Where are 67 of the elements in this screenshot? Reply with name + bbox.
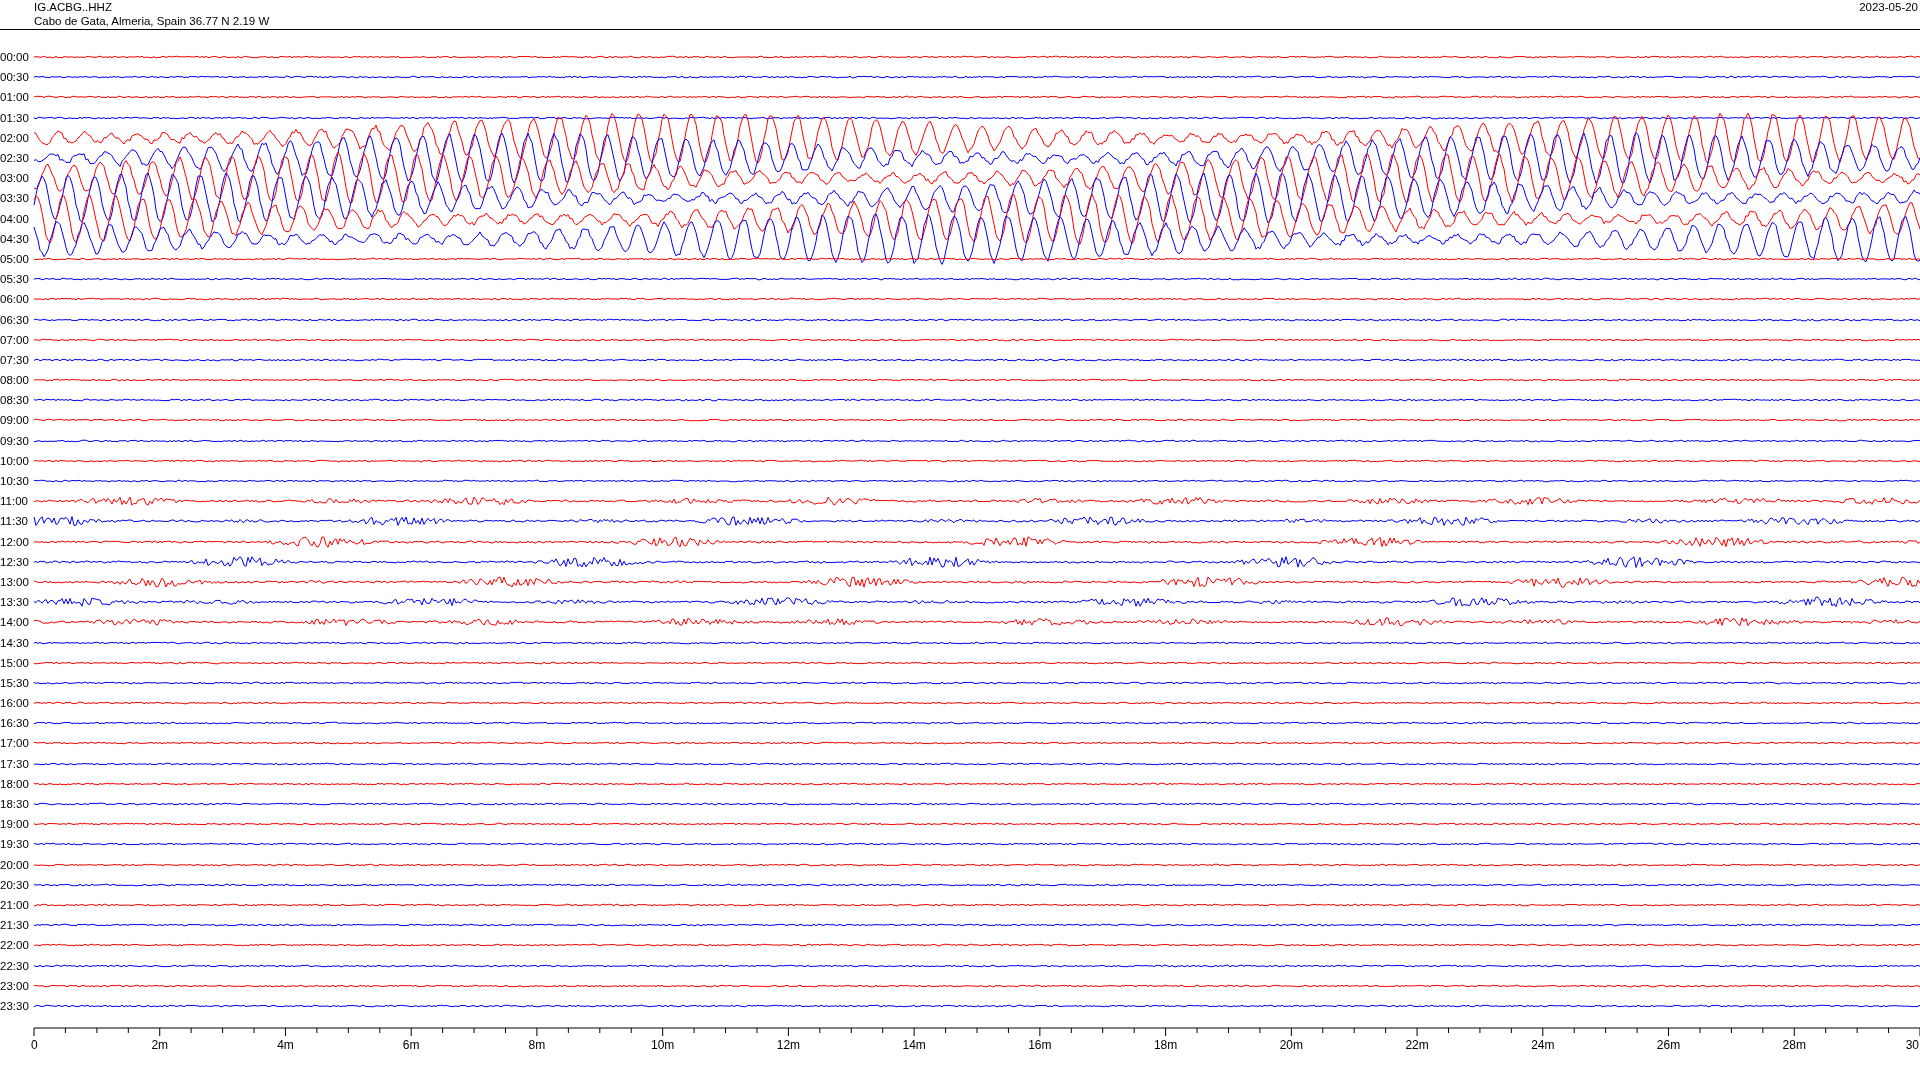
time-label: 03:00 [0, 172, 30, 185]
time-label: 02:30 [0, 152, 30, 165]
time-label: 19:00 [0, 818, 30, 831]
time-label: 04:30 [0, 232, 30, 245]
time-label: 20:30 [0, 878, 30, 891]
time-label: 06:30 [0, 313, 30, 326]
time-label: 23:00 [0, 979, 30, 992]
axis-label: 6m [402, 1038, 420, 1052]
time-label: 12:00 [0, 535, 30, 548]
axis-label: 16m [1028, 1038, 1052, 1052]
time-label: 13:30 [0, 596, 30, 609]
time-label: 08:00 [0, 374, 30, 387]
axis-label: 10m [651, 1038, 675, 1052]
time-label: 22:00 [0, 939, 30, 952]
axis-label: 2m [151, 1038, 169, 1052]
time-label: 20:00 [0, 858, 30, 871]
axis-label: 14m [902, 1038, 926, 1052]
time-label: 01:00 [0, 91, 30, 104]
time-label: 12:30 [0, 555, 30, 568]
time-label: 17:00 [0, 737, 30, 750]
time-label: 06:00 [0, 293, 30, 306]
time-label: 11:30 [0, 515, 29, 528]
time-label: 04:00 [0, 212, 30, 225]
time-label: 21:00 [0, 898, 30, 911]
axis-label: 20m [1279, 1038, 1303, 1052]
time-label: 02:00 [0, 131, 30, 144]
axis-label: 4m [277, 1038, 294, 1052]
axis-label: 0 [31, 1038, 38, 1052]
time-label: 11:00 [0, 495, 29, 508]
axis-label: 12m [776, 1038, 801, 1052]
time-label: 03:30 [0, 192, 30, 205]
axis-label: 22m [1405, 1038, 1429, 1052]
time-label: 23:30 [0, 999, 30, 1012]
time-label: 16:00 [0, 697, 30, 710]
time-label: 07:30 [0, 353, 30, 366]
time-label: 18:00 [0, 777, 30, 790]
time-label: 18:30 [0, 798, 30, 811]
time-label: 00:30 [0, 71, 30, 84]
time-label: 19:30 [0, 838, 30, 851]
station-location: Cabo de Gata, Almeria, Spain 36.77 N 2.19 W [34, 14, 270, 28]
station-code: IG.ACBG..HHZ [34, 0, 113, 14]
time-label: 14:00 [0, 616, 30, 629]
time-label: 07:00 [0, 333, 30, 346]
axis-label: 24m [1531, 1038, 1555, 1052]
time-label: 09:30 [0, 434, 30, 447]
time-label: 10:30 [0, 475, 30, 488]
time-label: 10:00 [0, 454, 30, 467]
time-label: 16:30 [0, 717, 30, 730]
time-label: 14:30 [0, 636, 30, 649]
time-label: 15:00 [0, 656, 30, 669]
time-label: 15:30 [0, 676, 30, 689]
time-label: 05:00 [0, 252, 30, 265]
time-label: 05:30 [0, 273, 30, 286]
axis-label: 30 [1905, 1038, 1919, 1052]
date-label: 2023-05-20 [1859, 0, 1919, 15]
time-label: 01:30 [0, 111, 30, 124]
time-label: 00:00 [0, 51, 30, 64]
axis-label: 26m [1656, 1038, 1681, 1052]
time-label: 17:30 [0, 757, 30, 770]
time-label: 08:30 [0, 394, 30, 407]
time-label: 22:30 [0, 959, 30, 972]
axis-label: 18m [1153, 1038, 1178, 1052]
axis-label: 8m [528, 1038, 546, 1052]
time-label: 21:30 [0, 919, 30, 932]
axis-label: 28m [1782, 1038, 1806, 1052]
time-label: 13:00 [0, 575, 30, 588]
time-label: 09:00 [0, 414, 30, 427]
